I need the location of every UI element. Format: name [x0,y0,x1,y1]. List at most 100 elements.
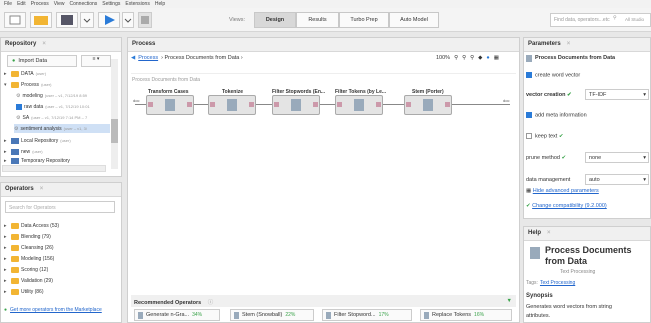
recommended-item-pct: 16% [474,312,485,318]
global-search-input[interactable]: Find data, operators...etc ⚲ All Studio [550,13,651,27]
recommended-title: Recommended Operators [134,300,202,306]
create-word-vector-checkbox[interactable]: create word vector [526,72,580,78]
tag-icon[interactable]: ◆ [478,55,482,61]
close-icon[interactable]: × [40,186,44,193]
operator-filter-tokens[interactable] [335,95,383,115]
tab-turbo-prep[interactable]: Turbo Prep [339,12,389,28]
operator-group-validation[interactable]: ▸ Validation (29) [4,276,53,285]
tree-item-process[interactable]: ▾ Process (user) [4,80,52,89]
menu-extensions[interactable]: Extensions [125,1,149,7]
recommended-item[interactable]: Stem (Snowball) 22% [230,309,314,321]
save-menu-button[interactable] [80,12,94,28]
operator-filter-stopwords[interactable] [272,95,320,115]
operator-group-cleansing[interactable]: ▸ Cleansing (26) [4,243,54,252]
save-button[interactable] [56,12,78,28]
menu-file[interactable]: File [4,1,12,7]
check-icon: ✔ [561,155,567,161]
close-icon[interactable]: × [42,41,46,48]
change-compatibility-link[interactable]: ✔ Change compatibility (9.2.000) [526,203,607,209]
menu-settings[interactable]: Settings [102,1,120,7]
search-scope[interactable]: All Studio [625,17,644,22]
operator-icon [210,99,254,111]
recommended-item-pct: 17% [378,312,389,318]
operator-group-scoring[interactable]: ▸ Scoring (12) [4,265,48,274]
hide-advanced-link[interactable]: ▦ Hide advanced parameters [526,188,599,194]
repository-hscrollbar[interactable] [2,165,106,172]
back-icon[interactable]: ◀ [131,55,135,61]
operator-group-blending[interactable]: ▸ Blending (79) [4,232,51,241]
marketplace-link[interactable]: ● Get more operators from the Marketplac… [4,307,116,313]
menu-help[interactable]: Help [155,1,165,7]
recommended-item[interactable]: Generate n-Gra... 34% [134,309,220,321]
process-tab[interactable]: Process [132,41,155,48]
stop-button[interactable] [138,12,152,28]
repository-menu-button[interactable]: ≡ ▾ [81,55,111,67]
auto-wire-icon[interactable]: ● [486,55,489,61]
operator-group-utility[interactable]: ▸ Utility (86) [4,287,44,296]
recommended-item[interactable]: Replace Tokens 16% [420,309,512,321]
tree-item-sa[interactable]: ⚙ SA (user – v1, 7/12/19 7:14 PM – 7 [16,113,87,122]
parameters-title: Parameters [528,41,561,47]
repository-vscrollbar[interactable] [111,59,118,169]
breadcrumb-process-link[interactable]: Process [138,55,158,61]
process-icon: ⚙ [14,125,19,132]
operator-stem-porter[interactable] [404,95,452,115]
close-icon[interactable]: × [547,230,551,237]
tree-item-sentiment-analysis[interactable]: ⚙ sentiment analysis (user – v1, 3/ [14,124,110,133]
keep-text-checkbox[interactable]: keep text ✔ [526,133,563,139]
menu-edit[interactable]: Edit [17,1,26,7]
tree-item-modeling[interactable]: ⚙ modeling (user – v1, 7/12/19 8:59 [16,91,87,100]
operator-group-label: Validation (29) [21,277,53,284]
tree-item-new[interactable]: ▸ new (user) [4,147,43,156]
link-label: Change compatibility (9.2.000) [532,203,607,209]
operators-title: Operators [5,186,34,192]
recommended-item-label: Replace Tokens [432,312,472,318]
run-menu-button[interactable] [122,12,134,28]
vector-creation-select[interactable]: TF-IDF ▾ [585,89,649,100]
menu-process[interactable]: Process [31,1,49,7]
chevron-down-icon[interactable]: ▼ [507,298,512,304]
data-management-select[interactable]: auto ▾ [585,174,649,185]
marketplace-link-label: Get more operators from the Marketplace [10,307,102,313]
zoom-fit-icon[interactable]: ⚲ [470,55,474,61]
search-icon[interactable]: ⚲ [613,15,617,21]
checkbox-checked-icon [526,72,532,78]
folder-icon [11,277,19,284]
zoom-in-icon[interactable]: ⚲ [454,55,458,61]
tag-link[interactable]: Text Processing [540,280,575,286]
import-data-button[interactable]: ● Import Data [7,55,77,67]
recommended-item-pct: 22% [285,312,296,318]
operator-group-label: Cleansing (26) [21,244,54,251]
close-icon[interactable]: × [567,41,571,48]
info-icon[interactable]: ⓘ [208,300,214,306]
chevron-down-icon [124,18,132,23]
tree-item-temporary-repository[interactable]: ▸ Temporary Repository [4,158,70,164]
operator-group-data-access[interactable]: ▸ Data Access (53) [4,221,59,230]
operator-search-input[interactable]: Search for Operators [5,201,115,213]
layout-icon[interactable]: ▦ [494,55,499,61]
tree-item-data[interactable]: ▸ DATA (user) [4,69,46,78]
tags-label: Tags: [526,280,538,286]
help-operator-title-line1: Process Documents [545,245,632,255]
zoom-out-icon[interactable]: ⚲ [462,55,466,61]
new-process-button[interactable] [4,12,26,28]
tab-auto-model[interactable]: Auto Model [389,12,439,28]
recommended-header: Recommended Operators ⓘ ▼ [131,295,516,307]
operator-group-modeling[interactable]: ▸ Modeling (156) [4,254,54,263]
tree-item-raw-data[interactable]: raw data (user – v1, 7/12/19 10:01 [16,102,90,111]
prune-method-label: prune method ✔ [526,155,566,161]
menu-connections[interactable]: Connections [70,1,98,7]
tree-item-local-repository[interactable]: ▸ Local Repository (user) [4,136,71,145]
tab-design[interactable]: Design [254,12,296,28]
operator-transform-cases[interactable] [146,95,194,115]
open-button[interactable] [30,12,52,28]
add-meta-information-checkbox[interactable]: add meta information [526,112,587,118]
operator-tokenize[interactable] [208,95,256,115]
operator-icon [148,99,192,111]
menu-view[interactable]: View [54,1,65,7]
tree-item-sub: (user) [32,149,43,154]
recommended-item[interactable]: Filter Stopword... 17% [322,309,412,321]
run-button[interactable] [98,12,120,28]
tab-results[interactable]: Results [296,12,339,28]
prune-method-select[interactable]: none ▾ [585,152,649,163]
